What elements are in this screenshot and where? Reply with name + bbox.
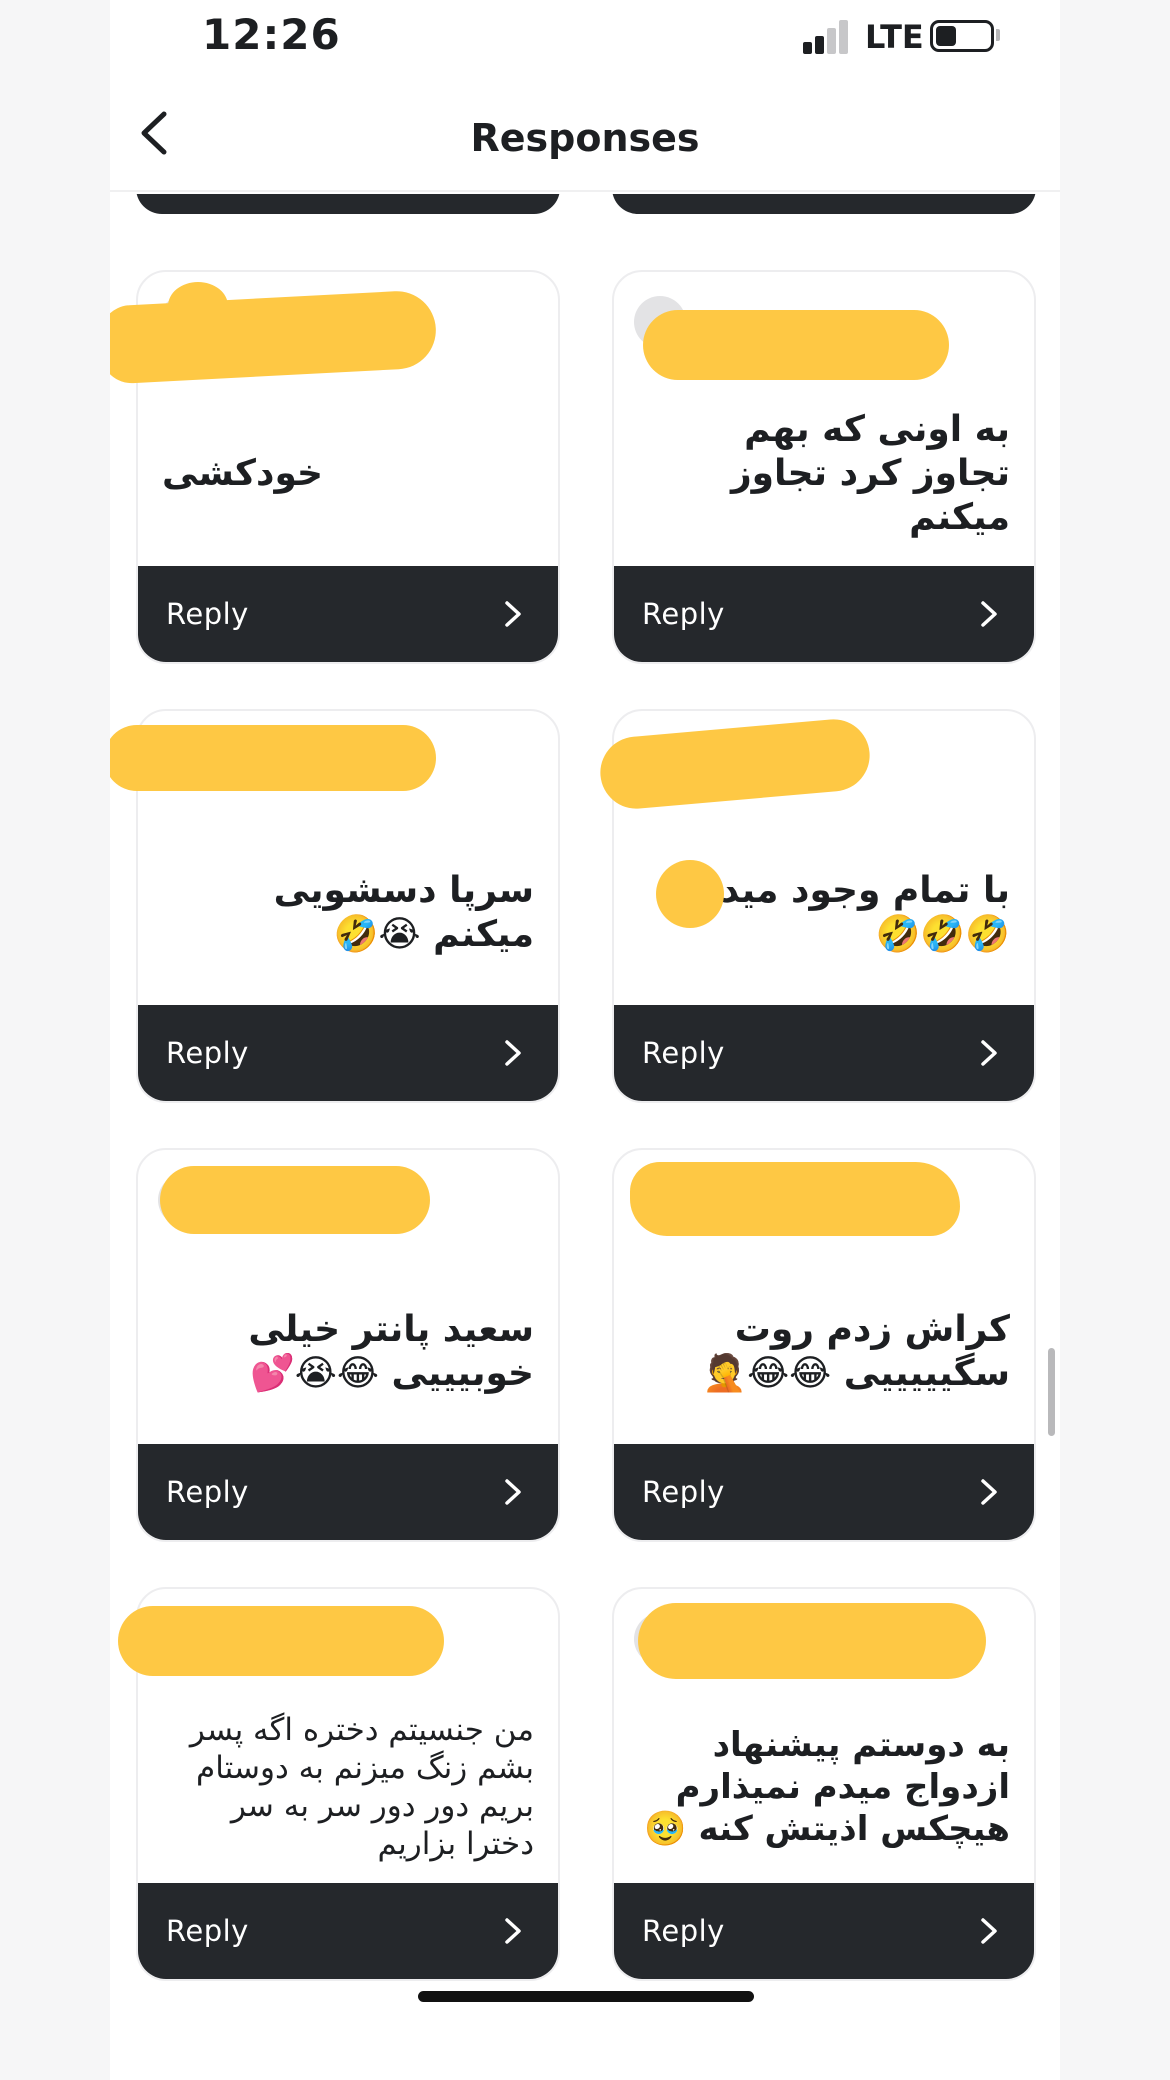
responses-grid: خودکشی Reply به اونی که بهم تجاوز کرد تج… — [110, 194, 1060, 2020]
response-text: من جنسیتم دختره اگه پسر بشم زنگ میزنم به… — [189, 1712, 534, 1862]
page-title: Responses — [470, 116, 700, 160]
reply-button[interactable]: Reply — [614, 566, 1034, 662]
cellular-signal-icon — [803, 20, 855, 54]
partial-card-reply-bar[interactable] — [612, 194, 1036, 214]
battery-icon — [930, 20, 994, 52]
reply-button[interactable]: Reply — [138, 566, 558, 662]
redaction-mark — [160, 1166, 430, 1234]
reply-label: Reply — [642, 597, 725, 631]
reply-button[interactable]: Reply — [614, 1883, 1034, 1979]
reply-button[interactable]: Reply — [138, 1444, 558, 1540]
reply-button[interactable]: Reply — [138, 1883, 558, 1979]
response-text: به دوستم پیشنهاد ازدواج میدم نمیذارم هیچ… — [644, 1725, 1010, 1849]
card-body: به اونی که بهم تجاوز کرد تجاوز میکنم — [638, 384, 1010, 564]
scroll-indicator[interactable] — [1048, 1348, 1055, 1436]
redaction-mark — [643, 310, 949, 380]
battery-tip — [996, 29, 1000, 41]
reply-label: Reply — [642, 1475, 725, 1509]
redaction-mark — [638, 1603, 986, 1679]
chevron-right-icon — [505, 1918, 521, 1944]
card-body: خودکشی — [162, 384, 534, 564]
card-body: من جنسیتم دختره اگه پسر بشم زنگ میزنم به… — [162, 1689, 534, 1885]
reply-label: Reply — [166, 597, 249, 631]
chevron-right-icon — [505, 1040, 521, 1066]
response-text: سرپا دسشویی میکنم 😭🤣 — [273, 870, 534, 955]
reply-label: Reply — [166, 1475, 249, 1509]
reply-label: Reply — [166, 1036, 249, 1070]
redaction-mark — [630, 1162, 960, 1236]
chevron-right-icon — [981, 1479, 997, 1505]
network-type: LTE — [865, 18, 924, 56]
reply-button[interactable]: Reply — [614, 1005, 1034, 1101]
partial-card-reply-bar[interactable] — [136, 194, 560, 214]
reply-label: Reply — [166, 1914, 249, 1948]
chevron-right-icon — [981, 1040, 997, 1066]
redaction-mark — [656, 860, 724, 928]
response-text: سعید پانتر خیلی خوبیییی 😂😭💕 — [248, 1309, 534, 1394]
response-text: خودکشی — [162, 453, 323, 494]
chevron-right-icon — [981, 601, 997, 627]
home-indicator[interactable] — [418, 1991, 754, 2002]
redaction-mark — [168, 282, 228, 330]
status-bar: 12:26 LTE — [110, 0, 1060, 72]
reply-label: Reply — [642, 1036, 725, 1070]
card-body: سعید پانتر خیلی خوبیییی 😂😭💕 — [162, 1262, 534, 1442]
phone-screen: 12:26 LTE Responses خودکشی Reply به اونی… — [110, 0, 1060, 2080]
card-body: کراش زدم روت سگیییییی 😂😂🤦 — [638, 1262, 1010, 1442]
chevron-right-icon — [505, 601, 521, 627]
response-text: به اونی که بهم تجاوز کرد تجاوز میکنم — [730, 409, 1010, 538]
screen: 12:26 LTE Responses خودکشی Reply به اونی… — [0, 0, 1170, 2080]
card-body: سرپا دسشویی میکنم 😭🤣 — [162, 823, 534, 1003]
card-body: به دوستم پیشنهاد ازدواج میدم نمیذارم هیچ… — [638, 1689, 1010, 1885]
redaction-mark — [110, 725, 436, 791]
chevron-right-icon — [981, 1918, 997, 1944]
reply-button[interactable]: Reply — [138, 1005, 558, 1101]
response-text: کراش زدم روت سگیییییی 😂😂🤦 — [702, 1309, 1010, 1394]
navigation-bar: Responses — [110, 72, 1060, 192]
reply-button[interactable]: Reply — [614, 1444, 1034, 1540]
status-time: 12:26 — [202, 10, 341, 59]
chevron-right-icon — [505, 1479, 521, 1505]
reply-label: Reply — [642, 1914, 725, 1948]
redaction-mark — [118, 1606, 444, 1676]
